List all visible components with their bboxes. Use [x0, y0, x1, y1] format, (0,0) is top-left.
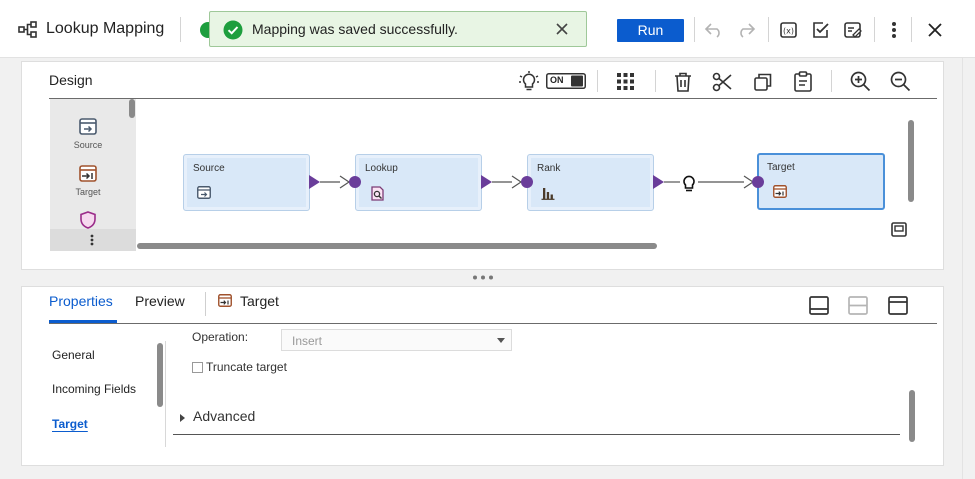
toolbar-blank	[588, 20, 608, 41]
canvas-horizontal-scrollbar[interactable]	[137, 243, 657, 249]
operation-select[interactable]: Insert	[281, 329, 512, 351]
header-divider	[911, 17, 912, 42]
link-rank-target[interactable]	[653, 175, 764, 189]
chevron-down-icon	[497, 338, 505, 343]
page-title: Lookup Mapping	[46, 20, 165, 37]
nav-incoming-fields[interactable]: Incoming Fields	[52, 382, 136, 396]
redo-icon[interactable]	[736, 21, 756, 39]
success-toast: Mapping was saved successfully.	[209, 11, 587, 47]
tab-divider	[205, 292, 206, 316]
link-layer	[309, 175, 764, 192]
link-lightbulb-icon[interactable]	[683, 175, 695, 192]
validate-icon[interactable]	[811, 20, 831, 40]
header-divider	[180, 17, 181, 42]
truncate-target-label: Truncate target	[206, 360, 287, 374]
context-title: Target	[240, 293, 279, 309]
split-view-icon[interactable]	[848, 296, 868, 315]
window-edge	[962, 58, 963, 479]
svg-text:(x): (x)	[783, 27, 794, 36]
nav-target[interactable]: Target	[52, 417, 88, 431]
run-button[interactable]: Run	[617, 19, 684, 42]
parameters-icon[interactable]: (x)	[779, 20, 799, 40]
check-circle-icon	[223, 20, 243, 40]
link-source-lookup[interactable]	[309, 175, 361, 189]
header-divider	[874, 17, 875, 42]
nav-scrollbar[interactable]	[157, 343, 163, 407]
close-icon[interactable]	[928, 23, 942, 37]
toast-message: Mapping was saved successfully.	[252, 21, 458, 37]
canvas-vertical-scrollbar[interactable]	[908, 120, 914, 202]
link-lookup-rank[interactable]	[481, 175, 533, 189]
operation-value: Insert	[292, 334, 323, 348]
design-panel: Design ON Source Target Source Lookup Ra…	[21, 61, 944, 270]
nav-general[interactable]: General	[52, 348, 95, 362]
close-toast-icon[interactable]	[556, 23, 568, 35]
header-divider	[694, 17, 695, 42]
dock-top-icon[interactable]	[888, 296, 908, 315]
more-vertical-icon[interactable]	[890, 21, 898, 39]
properties-scrollbar[interactable]	[909, 390, 915, 442]
properties-divider	[49, 323, 937, 324]
header-bar: Lookup Mapping Mapping was saved success…	[0, 0, 975, 58]
dock-bottom-icon[interactable]	[809, 296, 829, 315]
tab-preview[interactable]: Preview	[135, 293, 185, 309]
header-divider	[768, 17, 769, 42]
properties-panel: Properties Preview Target General Incomi…	[21, 286, 944, 466]
operation-label: Operation:	[192, 330, 249, 344]
minimap-icon[interactable]	[891, 222, 907, 237]
caret-right-icon[interactable]	[180, 414, 185, 422]
undo-icon[interactable]	[704, 21, 724, 39]
panel-splitter-handle[interactable]	[472, 275, 494, 280]
mapping-icon	[18, 21, 38, 39]
tab-properties[interactable]: Properties	[49, 293, 113, 309]
target-context-icon	[218, 294, 232, 307]
nav-divider	[165, 341, 166, 447]
advanced-divider	[173, 434, 900, 435]
advanced-section-toggle[interactable]: Advanced	[193, 408, 255, 424]
edit-properties-icon[interactable]	[843, 20, 863, 40]
truncate-target-checkbox[interactable]	[192, 362, 203, 373]
